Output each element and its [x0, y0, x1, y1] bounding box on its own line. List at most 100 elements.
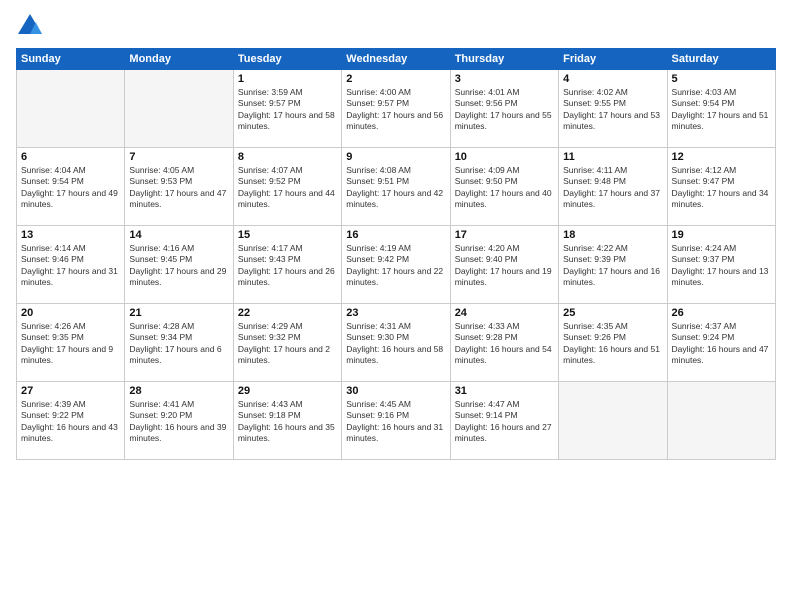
day-number: 31 — [455, 385, 554, 397]
calendar-cell — [17, 70, 125, 148]
calendar-cell: 25Sunrise: 4:35 AM Sunset: 9:26 PM Dayli… — [559, 304, 667, 382]
day-number: 17 — [455, 229, 554, 241]
calendar-cell: 17 Sunrise: 4:20 AM Sunset: 9:40 PM Dayli… — [450, 226, 558, 304]
calendar-table: SundayMondayTuesdayWednesdayThursdayFrid… — [16, 48, 776, 460]
day-info: Sunrise: 4:16 AM Sunset: 9:45 PM Dayligh… — [129, 243, 228, 289]
calendar-cell: 4 Sunrise: 4:02 AM Sunset: 9:55 PM Daylig… — [559, 70, 667, 148]
day-number: 6 — [21, 151, 120, 163]
day-info: Sunrise: 4:39 AM Sunset: 9:22 PM Dayligh… — [21, 399, 120, 445]
calendar-cell: 24 Sunrise: 4:33 AM Sunset: 9:28 PM Dayli… — [450, 304, 558, 382]
day-info: Sunrise: 4:17 AM Sunset: 9:43 PM Dayligh… — [238, 243, 337, 289]
day-info: Sunrise: 4:41 AM Sunset: 9:20 PM Dayligh… — [129, 399, 228, 445]
calendar-cell: 20Sunrise: 4:26 AM Sunset: 9:35 PM Dayli… — [17, 304, 125, 382]
day-info: Sunrise: 4:45 AM Sunset: 9:16 PM Dayligh… — [346, 399, 445, 445]
day-info: Sunrise: 4:33 AM Sunset: 9:28 PM Dayligh… — [455, 321, 554, 367]
calendar-week-2: 6 Sunrise: 4:04 AM Sunset: 9:54 PM Daylig… — [17, 148, 776, 226]
day-info: Sunrise: 4:07 AM Sunset: 9:52 PM Dayligh… — [238, 165, 337, 211]
day-number: 21 — [129, 307, 228, 319]
header — [16, 12, 776, 40]
day-info: Sunrise: 3:59 AM Sunset: 9:57 PM Dayligh… — [238, 87, 337, 133]
calendar-cell: 2 Sunrise: 4:00 AM Sunset: 9:57 PM Daylig… — [342, 70, 450, 148]
day-number: 16 — [346, 229, 445, 241]
day-info: Sunrise: 4:26 AM Sunset: 9:35 PM Dayligh… — [21, 321, 120, 367]
calendar-week-1: 1 Sunrise: 3:59 AM Sunset: 9:57 PM Daylig… — [17, 70, 776, 148]
calendar-cell: 23 Sunrise: 4:31 AM Sunset: 9:30 PM Dayli… — [342, 304, 450, 382]
day-info: Sunrise: 4:12 AM Sunset: 9:47 PM Dayligh… — [672, 165, 771, 211]
day-number: 1 — [238, 73, 337, 85]
day-info: Sunrise: 4:09 AM Sunset: 9:50 PM Dayligh… — [455, 165, 554, 211]
calendar-cell: 27 Sunrise: 4:39 AM Sunset: 9:22 PM Dayli… — [17, 382, 125, 460]
calendar-cell: 19Sunrise: 4:24 AM Sunset: 9:37 PM Dayli… — [667, 226, 775, 304]
day-number: 29 — [238, 385, 337, 397]
day-info: Sunrise: 4:05 AM Sunset: 9:53 PM Dayligh… — [129, 165, 228, 211]
day-number: 22 — [238, 307, 337, 319]
calendar-cell: 30Sunrise: 4:45 AM Sunset: 9:16 PM Dayli… — [342, 382, 450, 460]
calendar-cell: 15 Sunrise: 4:17 AM Sunset: 9:43 PM Dayli… — [233, 226, 341, 304]
day-number: 7 — [129, 151, 228, 163]
day-number: 28 — [129, 385, 228, 397]
day-info: Sunrise: 4:29 AM Sunset: 9:32 PM Dayligh… — [238, 321, 337, 367]
calendar-cell: 7 Sunrise: 4:05 AM Sunset: 9:53 PM Daylig… — [125, 148, 233, 226]
calendar-week-5: 27 Sunrise: 4:39 AM Sunset: 9:22 PM Dayli… — [17, 382, 776, 460]
calendar-cell: 21 Sunrise: 4:28 AM Sunset: 9:34 PM Dayli… — [125, 304, 233, 382]
calendar-cell: 13 Sunrise: 4:14 AM Sunset: 9:46 PM Dayli… — [17, 226, 125, 304]
calendar-cell: 5Sunrise: 4:03 AM Sunset: 9:54 PM Daylig… — [667, 70, 775, 148]
day-info: Sunrise: 4:43 AM Sunset: 9:18 PM Dayligh… — [238, 399, 337, 445]
calendar-cell: 12 Sunrise: 4:12 AM Sunset: 9:47 PM Dayli… — [667, 148, 775, 226]
calendar-cell: 10 Sunrise: 4:09 AM Sunset: 9:50 PM Dayli… — [450, 148, 558, 226]
calendar-cell: 14 Sunrise: 4:16 AM Sunset: 9:45 PM Dayli… — [125, 226, 233, 304]
day-number: 24 — [455, 307, 554, 319]
calendar-cell — [125, 70, 233, 148]
calendar-cell: 22 Sunrise: 4:29 AM Sunset: 9:32 PM Dayli… — [233, 304, 341, 382]
day-info: Sunrise: 4:02 AM Sunset: 9:55 PM Dayligh… — [563, 87, 662, 133]
page: SundayMondayTuesdayWednesdayThursdayFrid… — [0, 0, 792, 612]
day-number: 14 — [129, 229, 228, 241]
calendar-cell: 28 Sunrise: 4:41 AM Sunset: 9:20 PM Dayli… — [125, 382, 233, 460]
day-info: Sunrise: 4:22 AM Sunset: 9:39 PM Dayligh… — [563, 243, 662, 289]
weekday-tuesday: Tuesday — [233, 49, 341, 70]
logo — [16, 12, 48, 40]
calendar-cell: 8 Sunrise: 4:07 AM Sunset: 9:52 PM Daylig… — [233, 148, 341, 226]
calendar-cell — [667, 382, 775, 460]
day-info: Sunrise: 4:14 AM Sunset: 9:46 PM Dayligh… — [21, 243, 120, 289]
day-number: 26 — [672, 307, 771, 319]
day-number: 8 — [238, 151, 337, 163]
day-number: 15 — [238, 229, 337, 241]
day-number: 11 — [563, 151, 662, 163]
day-number: 5 — [672, 73, 771, 85]
day-number: 2 — [346, 73, 445, 85]
day-number: 10 — [455, 151, 554, 163]
calendar-week-4: 20Sunrise: 4:26 AM Sunset: 9:35 PM Dayli… — [17, 304, 776, 382]
day-number: 23 — [346, 307, 445, 319]
logo-icon — [16, 12, 44, 40]
calendar-cell: 6 Sunrise: 4:04 AM Sunset: 9:54 PM Daylig… — [17, 148, 125, 226]
day-info: Sunrise: 4:31 AM Sunset: 9:30 PM Dayligh… — [346, 321, 445, 367]
calendar-week-3: 13 Sunrise: 4:14 AM Sunset: 9:46 PM Dayli… — [17, 226, 776, 304]
day-info: Sunrise: 4:28 AM Sunset: 9:34 PM Dayligh… — [129, 321, 228, 367]
day-info: Sunrise: 4:00 AM Sunset: 9:57 PM Dayligh… — [346, 87, 445, 133]
day-number: 4 — [563, 73, 662, 85]
calendar-cell: 3 Sunrise: 4:01 AM Sunset: 9:56 PM Daylig… — [450, 70, 558, 148]
day-number: 18 — [563, 229, 662, 241]
day-info: Sunrise: 4:20 AM Sunset: 9:40 PM Dayligh… — [455, 243, 554, 289]
day-number: 27 — [21, 385, 120, 397]
day-info: Sunrise: 4:01 AM Sunset: 9:56 PM Dayligh… — [455, 87, 554, 133]
weekday-monday: Monday — [125, 49, 233, 70]
calendar-cell: 26 Sunrise: 4:37 AM Sunset: 9:24 PM Dayli… — [667, 304, 775, 382]
day-info: Sunrise: 4:35 AM Sunset: 9:26 PM Dayligh… — [563, 321, 662, 367]
calendar-cell: 16 Sunrise: 4:19 AM Sunset: 9:42 PM Dayli… — [342, 226, 450, 304]
calendar-cell — [559, 382, 667, 460]
calendar-cell: 29 Sunrise: 4:43 AM Sunset: 9:18 PM Dayli… — [233, 382, 341, 460]
day-number: 12 — [672, 151, 771, 163]
day-info: Sunrise: 4:04 AM Sunset: 9:54 PM Dayligh… — [21, 165, 120, 211]
calendar-cell: 1 Sunrise: 3:59 AM Sunset: 9:57 PM Daylig… — [233, 70, 341, 148]
day-number: 19 — [672, 229, 771, 241]
day-number: 3 — [455, 73, 554, 85]
day-info: Sunrise: 4:19 AM Sunset: 9:42 PM Dayligh… — [346, 243, 445, 289]
day-number: 13 — [21, 229, 120, 241]
calendar-cell: 9Sunrise: 4:08 AM Sunset: 9:51 PM Daylig… — [342, 148, 450, 226]
weekday-thursday: Thursday — [450, 49, 558, 70]
calendar-cell: 11Sunrise: 4:11 AM Sunset: 9:48 PM Dayli… — [559, 148, 667, 226]
weekday-friday: Friday — [559, 49, 667, 70]
day-info: Sunrise: 4:37 AM Sunset: 9:24 PM Dayligh… — [672, 321, 771, 367]
